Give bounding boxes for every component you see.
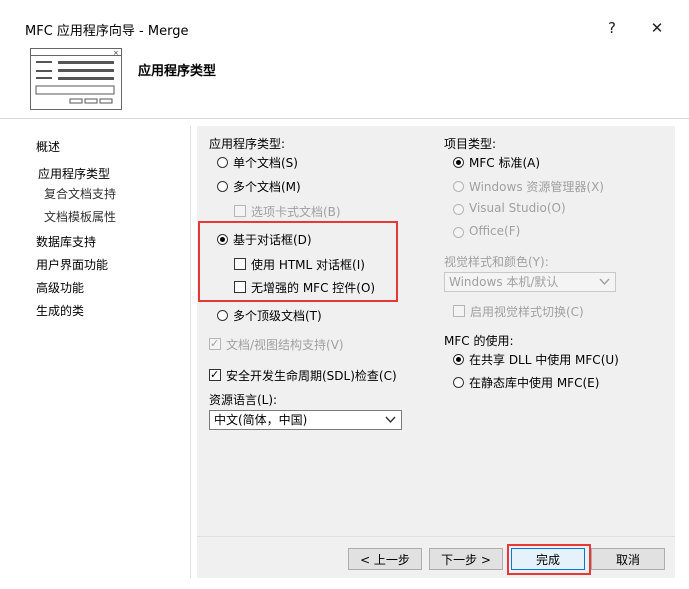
- sdl-check-checkbox[interactable]: [209, 367, 221, 383]
- enable-style-switch-checkbox[interactable]: [453, 305, 465, 317]
- cancel-button[interactable]: 取消: [591, 548, 665, 570]
- single-doc-label[interactable]: 单个文档(S): [233, 154, 298, 171]
- doc-view-support-checkbox[interactable]: [209, 336, 221, 352]
- office-label: Office(F): [469, 224, 521, 238]
- window-title: MFC 应用程序向导 - Merge: [25, 24, 189, 39]
- tabbed-docs-label: 选项卡式文档(B): [251, 205, 341, 219]
- static-lib-label[interactable]: 在静态库中使用 MFC(E): [469, 374, 599, 391]
- office-radio[interactable]: [453, 227, 464, 238]
- help-button[interactable]: ?: [596, 13, 628, 43]
- close-button[interactable]: ✕: [641, 13, 673, 43]
- nav-item-advanced[interactable]: 高级功能: [36, 279, 84, 296]
- visual-style-label: 视觉样式和颜色(Y):: [444, 255, 549, 269]
- multi-doc-label[interactable]: 多个文档(M): [233, 178, 301, 195]
- use-html-dialog-checkbox[interactable]: [234, 258, 246, 270]
- visual-studio-radio[interactable]: [453, 204, 464, 215]
- footer-divider: [197, 536, 675, 537]
- nav-item-application-type[interactable]: 应用程序类型: [38, 165, 110, 182]
- resource-lang-select[interactable]: 中文(简体，中国): [209, 410, 402, 430]
- no-enhanced-mfc-checkbox[interactable]: [234, 281, 246, 293]
- nav-item-doc-template[interactable]: 文档模板属性: [44, 208, 116, 225]
- no-enhanced-mfc-label[interactable]: 无增强的 MFC 控件(O): [251, 279, 375, 296]
- enable-style-switch-label: 启用视觉样式切换(C): [470, 305, 584, 319]
- dialog-based-radio[interactable]: [217, 234, 228, 245]
- page-title: 应用程序类型: [138, 64, 217, 79]
- static-lib-radio[interactable]: [453, 377, 464, 388]
- visual-style-select[interactable]: Windows 本机/默认: [444, 272, 616, 292]
- single-doc-radio[interactable]: [217, 157, 228, 168]
- tabbed-docs-checkbox[interactable]: [234, 205, 246, 217]
- mfc-standard-label[interactable]: MFC 标准(A): [469, 154, 540, 171]
- dialog-based-label[interactable]: 基于对话框(D): [233, 231, 312, 248]
- header-divider: [0, 118, 689, 119]
- finish-button[interactable]: 完成: [511, 548, 585, 570]
- nav-item-compound-doc[interactable]: 复合文档支持: [44, 185, 116, 202]
- visual-studio-label: Visual Studio(O): [469, 201, 566, 215]
- use-html-dialog-label[interactable]: 使用 HTML 对话框(I): [251, 256, 365, 273]
- wizard-nav: 概述 应用程序类型 复合文档支持 文档模板属性 数据库支持 用户界面功能 高级功…: [18, 126, 191, 578]
- nav-item-generated-classes[interactable]: 生成的类: [36, 302, 84, 319]
- next-button[interactable]: 下一步 >: [429, 548, 503, 570]
- windows-explorer-radio[interactable]: [453, 181, 464, 192]
- visual-style-value: Windows 本机/默认: [449, 275, 559, 289]
- resource-lang-label: 资源语言(L):: [209, 393, 278, 407]
- resource-lang-value: 中文(简体，中国): [214, 413, 308, 427]
- mfc-usage-label: MFC 的使用:: [444, 334, 514, 348]
- app-type-label: 应用程序类型:: [209, 137, 286, 151]
- windows-explorer-label: Windows 资源管理器(X): [469, 180, 604, 194]
- multi-toplevel-label[interactable]: 多个顶级文档(T): [233, 307, 322, 324]
- multi-doc-radio[interactable]: [217, 181, 228, 192]
- nav-item-database[interactable]: 数据库支持: [36, 233, 96, 250]
- doc-view-support-label: 文档/视图结构支持(V): [226, 338, 344, 352]
- shared-dll-radio[interactable]: [453, 354, 464, 365]
- project-type-label: 项目类型:: [444, 137, 497, 151]
- sdl-check-label[interactable]: 安全开发生命周期(SDL)检查(C): [226, 367, 397, 384]
- shared-dll-label[interactable]: 在共享 DLL 中使用 MFC(U): [469, 351, 619, 368]
- prev-button[interactable]: < 上一步: [348, 548, 422, 570]
- wizard-banner-icon: ×: [30, 48, 122, 110]
- mfc-standard-radio[interactable]: [453, 157, 464, 168]
- nav-item-ui-features[interactable]: 用户界面功能: [36, 256, 108, 273]
- nav-item-overview[interactable]: 概述: [36, 138, 60, 155]
- multi-toplevel-radio[interactable]: [217, 310, 228, 321]
- svg-text:×: ×: [113, 49, 119, 57]
